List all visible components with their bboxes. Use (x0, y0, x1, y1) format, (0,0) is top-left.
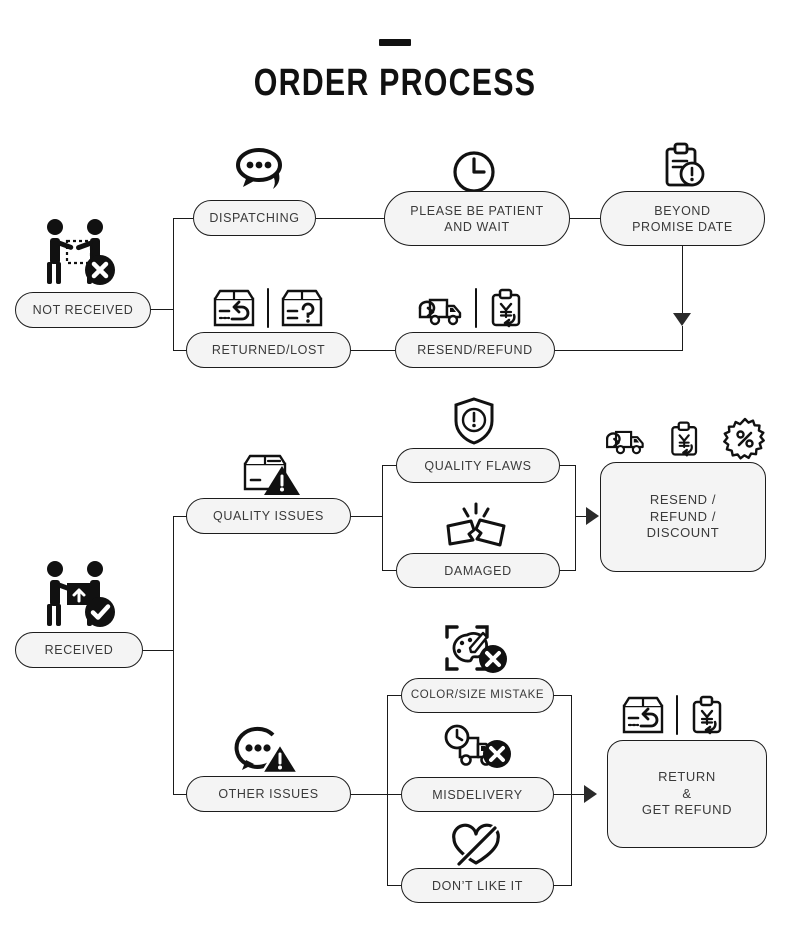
connector-damaged-merge (560, 570, 576, 572)
title-accent-dash (379, 39, 411, 46)
box-return-icon (210, 287, 258, 329)
connector-resend-to-arrow (555, 350, 683, 352)
node-label-line2: AND WAIT (444, 219, 510, 234)
connector-quality-out (351, 516, 383, 518)
connector-quality-to-damaged (382, 570, 396, 572)
node-other-issues[interactable]: OTHER ISSUES (186, 776, 351, 812)
yen-refund-icon (687, 694, 731, 736)
node-please-be-patient[interactable]: PLEASE BE PATIENT AND WAIT (384, 191, 570, 246)
page-title: ORDER PROCESS (253, 62, 537, 104)
handoff-cross-icon (38, 218, 128, 288)
connector-quality-bracket (382, 465, 384, 571)
node-label: MISDELIVERY (432, 787, 523, 802)
connector-trunk-2 (173, 516, 175, 795)
connector-beyond-down (682, 246, 684, 314)
node-label: QUALITY FLAWS (424, 458, 532, 473)
node-label-line3: DISCOUNT (646, 525, 720, 541)
node-dont-like-it[interactable]: DON’T LIKE IT (401, 868, 554, 903)
arrowhead-to-outcome-2 (584, 785, 597, 803)
connector-other-to-dont-like (387, 885, 401, 887)
palette-cross-icon (443, 623, 513, 677)
node-label: NOT RECEIVED (32, 303, 134, 317)
heart-slash-icon (447, 822, 505, 870)
connector-trunk-1 (173, 218, 175, 351)
connector-flaws-merge (560, 465, 576, 467)
node-label: COLOR/SIZE MISTAKE (410, 689, 545, 702)
node-label-line1: PLEASE BE PATIENT (410, 203, 544, 218)
node-label: DAMAGED (444, 563, 512, 578)
node-dispatching[interactable]: DISPATCHING (193, 200, 316, 236)
truck-clock-cross-icon (440, 722, 516, 774)
icon-divider (676, 695, 678, 735)
connector-other-to-misdelivery (387, 794, 401, 796)
handoff-check-icon (38, 560, 128, 630)
node-resend-refund-discount[interactable]: RESEND / REFUND / DISCOUNT (600, 462, 766, 572)
truck-return-icon (412, 287, 466, 329)
node-quality-flaws[interactable]: QUALITY FLAWS (396, 448, 560, 483)
truck-return-icon (600, 419, 648, 459)
node-label-line1: BEYOND (654, 203, 711, 218)
node-not-received[interactable]: NOT RECEIVED (15, 292, 151, 328)
box-return-icon (619, 694, 667, 736)
connector-color-size-merge (554, 695, 572, 697)
node-misdelivery[interactable]: MISDELIVERY (401, 777, 554, 812)
chat-warning-icon (232, 726, 302, 778)
clipboard-alert-icon (661, 142, 707, 190)
node-label: OTHER ISSUES (218, 787, 319, 801)
connector-misdelivery-merge (554, 794, 572, 796)
connector-returned-to-resend (351, 350, 395, 352)
percent-badge-icon (723, 417, 766, 460)
node-label-line2: & (682, 785, 692, 801)
connector-dont-like-merge (554, 885, 572, 887)
node-label: DON’T LIKE IT (432, 878, 523, 893)
clock-icon (452, 148, 496, 194)
node-damaged[interactable]: DAMAGED (396, 553, 560, 588)
node-label: RECEIVED (44, 643, 114, 657)
connector-merge-bracket-1 (575, 465, 577, 571)
connector-not-received-out (151, 309, 174, 311)
yen-refund-icon (666, 419, 706, 459)
node-label: RESEND/REFUND (417, 343, 533, 357)
node-beyond-promise-date[interactable]: BEYOND PROMISE DATE (600, 191, 765, 246)
icon-divider (266, 288, 269, 328)
box-question-icon (278, 287, 326, 329)
broken-item-icon (440, 500, 512, 550)
chat-bubble-icon (233, 146, 295, 198)
node-label-line2: REFUND / (649, 508, 717, 524)
connector-received-out (143, 650, 174, 652)
node-label-line3: GET REFUND (641, 802, 733, 818)
node-label: DISPATCHING (209, 211, 300, 225)
connector-other-bracket (387, 695, 389, 886)
node-return-get-refund[interactable]: RETURN & GET REFUND (607, 740, 767, 848)
arrowhead-to-outcome-1 (586, 507, 599, 525)
shield-alert-icon (452, 396, 496, 446)
connector-other-out (351, 794, 388, 796)
node-returned-lost[interactable]: RETURNED/LOST (186, 332, 351, 368)
node-label-line2: PROMISE DATE (632, 219, 733, 234)
node-label-line1: RESEND / (649, 492, 717, 508)
box-return-yen-refund-icon-row (610, 692, 740, 738)
node-resend-refund[interactable]: RESEND/REFUND (395, 332, 555, 368)
node-label: RETURNED/LOST (211, 343, 326, 357)
node-color-size-mistake[interactable]: COLOR/SIZE MISTAKE (401, 678, 554, 713)
connector-to-dispatching (173, 218, 193, 220)
node-label-line1: RETURN (658, 769, 716, 785)
node-received[interactable]: RECEIVED (15, 632, 143, 668)
node-quality-issues[interactable]: QUALITY ISSUES (186, 498, 351, 534)
truck-yen-percent-icon-row (600, 415, 766, 463)
box-return-box-question-icon-row (205, 285, 330, 331)
connector-merge-bracket-2 (571, 695, 573, 886)
truck-return-yen-refund-icon-row (408, 285, 533, 331)
yen-refund-icon (486, 287, 530, 329)
connector-dispatching-to-patient (316, 218, 384, 220)
node-label: QUALITY ISSUES (213, 509, 324, 523)
order-process-diagram: ORDER PROCESS NOT RECEIVED DISPATCHING P… (0, 0, 790, 952)
arrowhead-beyond-down (673, 313, 691, 326)
connector-patient-to-beyond (570, 218, 600, 220)
connector-quality-to-flaws (382, 465, 396, 467)
box-warning-icon (240, 450, 306, 498)
connector-other-to-color-size (387, 695, 401, 697)
connector-beyond-down-tail (682, 326, 684, 351)
icon-divider (474, 288, 477, 328)
